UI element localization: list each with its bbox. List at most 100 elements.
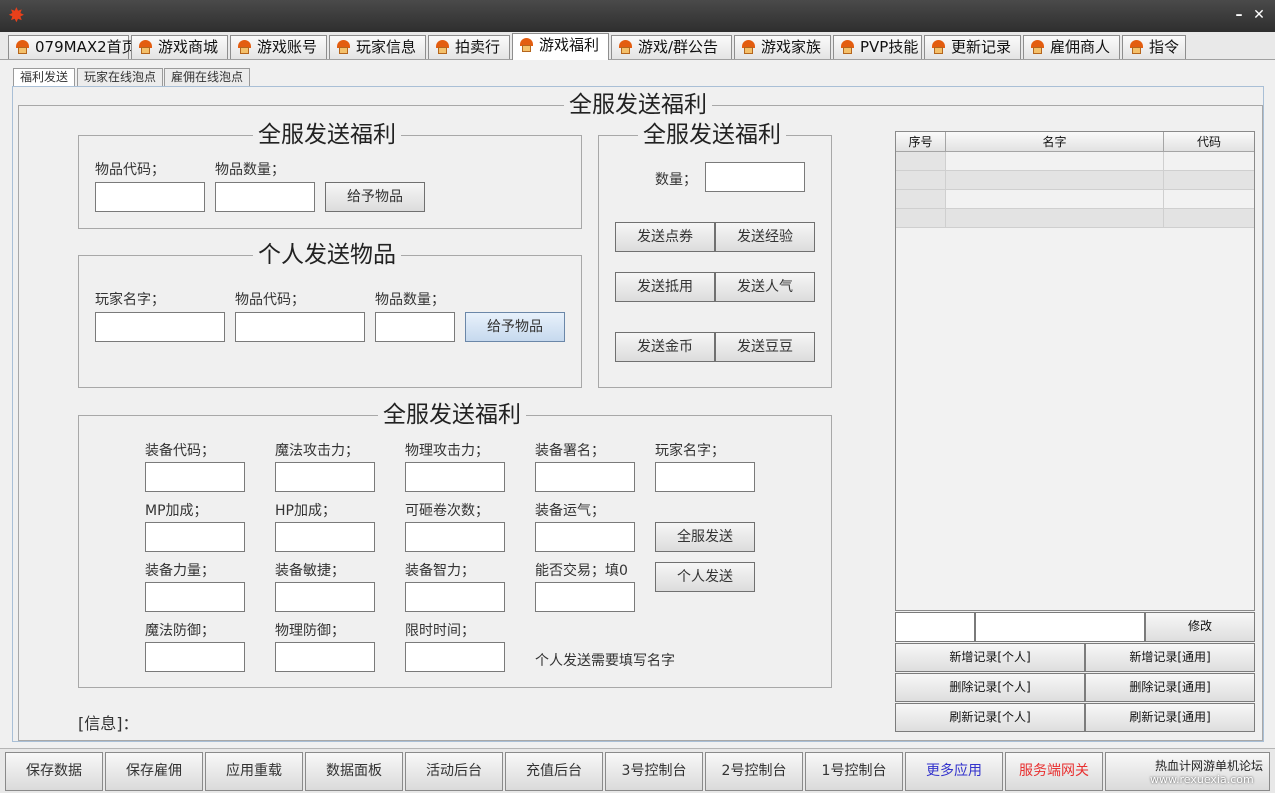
title-bar: ✸ – ✕ (0, 0, 1275, 32)
subtab-welfare-send[interactable]: 福利发送 (13, 68, 76, 86)
house-icon (618, 40, 633, 54)
tab-family[interactable]: 游戏家族 (734, 35, 831, 59)
tab-update-log[interactable]: 更新记录 (924, 35, 1021, 59)
magic-def-label: 魔法防御； (145, 623, 215, 639)
equip-int-input[interactable] (405, 582, 505, 612)
equipment-legend: 全服发送福利 (378, 402, 526, 428)
column-header-name[interactable]: 名字 (946, 132, 1164, 152)
equip-player-name-input[interactable] (655, 462, 755, 492)
console-3-button[interactable]: 3号控制台 (605, 752, 703, 791)
table-row[interactable] (896, 152, 1254, 171)
equip-code-input[interactable] (145, 462, 245, 492)
server-give-item-button[interactable]: 给予物品 (325, 182, 425, 212)
app-logo-icon: ✸ (8, 3, 25, 27)
data-panel-button[interactable]: 数据面板 (305, 752, 403, 791)
phys-def-input[interactable] (275, 642, 375, 672)
house-icon (1030, 40, 1045, 54)
add-record-personal-button[interactable]: 新增记录[个人] (895, 643, 1085, 672)
server-gateway-button[interactable]: 服务端网关 (1005, 752, 1103, 791)
send-fame-button[interactable]: 发送人气 (715, 272, 815, 302)
send-personal-equip-button[interactable]: 个人发送 (655, 562, 755, 592)
tab-hired-merchant[interactable]: 雇佣商人 (1023, 35, 1120, 59)
personal-item-code-input[interactable] (235, 312, 365, 342)
reload-app-button[interactable]: 应用重载 (205, 752, 303, 791)
house-icon (519, 38, 534, 52)
scroll-count-label: 可砸卷次数； (405, 503, 489, 519)
delete-record-personal-button[interactable]: 删除记录[个人] (895, 673, 1085, 702)
server-item-code-input[interactable] (95, 182, 205, 212)
send-maplepoints-button[interactable]: 发送抵用 (615, 272, 715, 302)
phys-atk-input[interactable] (405, 462, 505, 492)
minimize-button[interactable]: – (1231, 7, 1247, 23)
event-backend-button[interactable]: 活动后台 (405, 752, 503, 791)
scroll-count-input[interactable] (405, 522, 505, 552)
tradable-input[interactable] (535, 582, 635, 612)
console-1-button[interactable]: 1号控制台 (805, 752, 903, 791)
equip-code-label: 装备代码； (145, 443, 215, 459)
time-limit-input[interactable] (405, 642, 505, 672)
equip-str-input[interactable] (145, 582, 245, 612)
table-row[interactable] (896, 209, 1254, 228)
tab-player-info[interactable]: 玩家信息 (329, 35, 426, 59)
house-icon (138, 40, 153, 54)
tab-welfare[interactable]: 游戏福利 (512, 33, 609, 60)
send-exp-button[interactable]: 发送经验 (715, 222, 815, 252)
personal-item-code-label: 物品代码； (235, 292, 305, 308)
send-gold-button[interactable]: 发送金币 (615, 332, 715, 362)
equip-int-label: 装备智力； (405, 563, 475, 579)
table-row[interactable] (896, 171, 1254, 190)
personal-item-qty-input[interactable] (375, 312, 455, 342)
equip-dex-input[interactable] (275, 582, 375, 612)
close-button[interactable]: ✕ (1251, 7, 1267, 23)
send-points-button[interactable]: 发送点券 (615, 222, 715, 252)
console-2-button[interactable]: 2号控制台 (705, 752, 803, 791)
tab-pvp-skills[interactable]: PVP技能 (833, 35, 922, 59)
modify-button[interactable]: 修改 (1145, 612, 1255, 642)
refresh-record-general-button[interactable]: 刷新记录[通用] (1085, 703, 1255, 732)
tab-home[interactable]: 079MAX2首页 (8, 35, 137, 59)
info-label: [信息]： (78, 714, 139, 733)
magic-def-input[interactable] (145, 642, 245, 672)
player-name-input[interactable] (95, 312, 225, 342)
save-data-button[interactable]: 保存数据 (5, 752, 103, 791)
add-record-general-button[interactable]: 新增记录[通用] (1085, 643, 1255, 672)
magic-atk-label: 魔法攻击力； (275, 443, 359, 459)
tab-auction[interactable]: 拍卖行 (428, 35, 510, 59)
tab-mall[interactable]: 游戏商城 (131, 35, 228, 59)
phys-def-label: 物理防御； (275, 623, 345, 639)
hp-bonus-input[interactable] (275, 522, 375, 552)
send-beans-button[interactable]: 发送豆豆 (715, 332, 815, 362)
watermark-text: 热血计网游单机论坛 (1155, 759, 1264, 773)
send-all-equip-button[interactable]: 全服发送 (655, 522, 755, 552)
equip-player-name-label: 玩家名字； (655, 443, 725, 459)
refresh-record-personal-button[interactable]: 刷新记录[个人] (895, 703, 1085, 732)
column-header-code[interactable]: 代码 (1164, 132, 1254, 152)
table-row[interactable] (896, 190, 1254, 209)
record-name-input[interactable] (975, 612, 1145, 642)
delete-record-general-button[interactable]: 删除记录[通用] (1085, 673, 1255, 702)
more-apps-button[interactable]: 更多应用 (905, 752, 1003, 791)
equip-sign-input[interactable] (535, 462, 635, 492)
tab-announcements[interactable]: 游戏/群公告 (611, 35, 732, 59)
personal-give-item-button[interactable]: 给予物品 (465, 312, 565, 342)
phys-atk-label: 物理攻击力； (405, 443, 489, 459)
save-hired-button[interactable]: 保存雇佣 (105, 752, 203, 791)
subtab-hired-online-points[interactable]: 雇佣在线泡点 (164, 68, 251, 86)
records-table[interactable]: 序号 名字 代码 (895, 131, 1255, 611)
equip-luck-input[interactable] (535, 522, 635, 552)
server-item-qty-input[interactable] (215, 182, 315, 212)
magic-atk-input[interactable] (275, 462, 375, 492)
column-header-index[interactable]: 序号 (896, 132, 946, 152)
currency-qty-input[interactable] (705, 162, 805, 192)
mp-bonus-input[interactable] (145, 522, 245, 552)
record-index-input[interactable] (895, 612, 975, 642)
subtab-player-online-points[interactable]: 玩家在线泡点 (77, 68, 164, 86)
bottom-toolbar: 保存数据 保存雇佣 应用重载 数据面板 活动后台 充值后台 3号控制台 2号控制… (0, 748, 1275, 793)
house-icon (1129, 40, 1144, 54)
tab-commands[interactable]: 指令 (1122, 35, 1186, 59)
tab-accounts[interactable]: 游戏账号 (230, 35, 327, 59)
house-icon (741, 40, 756, 54)
house-icon (931, 40, 946, 54)
house-icon (15, 40, 30, 54)
recharge-backend-button[interactable]: 充值后台 (505, 752, 603, 791)
